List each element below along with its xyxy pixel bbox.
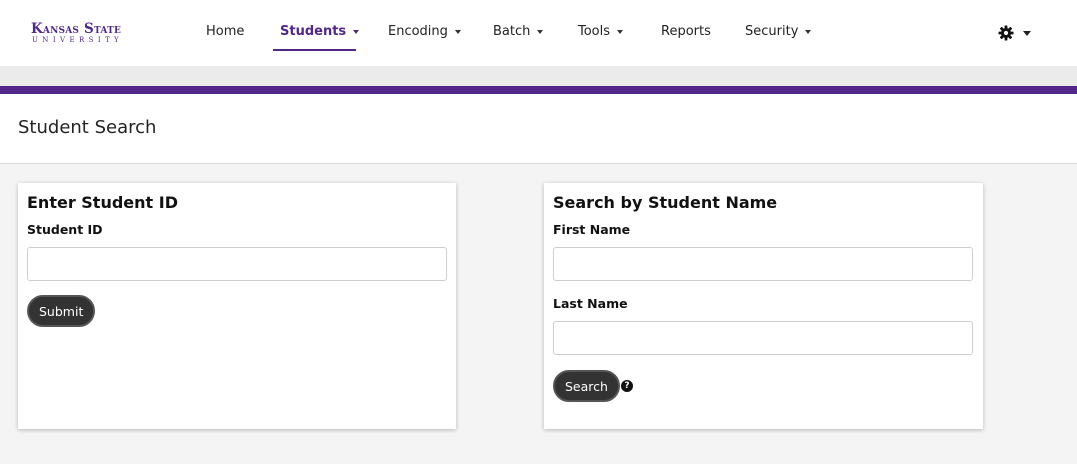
nav-encoding[interactable]: Encoding bbox=[388, 0, 461, 62]
nav-security-label: Security bbox=[745, 23, 799, 39]
nav-security[interactable]: Security bbox=[745, 0, 812, 62]
name-search-card: Search by Student Name First Name Last N… bbox=[544, 183, 983, 429]
question-circle-icon[interactable]: ? bbox=[621, 380, 633, 392]
submit-button[interactable]: Submit bbox=[27, 295, 96, 327]
nav-batch[interactable]: Batch bbox=[493, 0, 544, 62]
header-band bbox=[0, 66, 1077, 86]
logo-line2: UNIVERSITY bbox=[32, 36, 124, 44]
first-name-input[interactable] bbox=[553, 247, 973, 281]
last-name-input[interactable] bbox=[553, 321, 973, 355]
chevron-down-icon bbox=[805, 29, 812, 34]
top-navbar: Kansas State UNIVERSITY Home Students En… bbox=[0, 0, 1077, 66]
logo-line1: Kansas State bbox=[31, 21, 122, 37]
nav-tools-label: Tools bbox=[578, 23, 611, 39]
gear-icon bbox=[998, 25, 1014, 41]
student-id-label: Student ID bbox=[27, 222, 103, 237]
nav-tools[interactable]: Tools bbox=[578, 0, 624, 62]
nav-reports[interactable]: Reports bbox=[661, 0, 711, 62]
chevron-down-icon bbox=[454, 29, 461, 34]
nav-students[interactable]: Students bbox=[280, 0, 360, 62]
first-name-label: First Name bbox=[553, 222, 631, 237]
nav-home-label: Home bbox=[206, 23, 245, 39]
chevron-down-icon bbox=[537, 29, 544, 34]
nav-home[interactable]: Home bbox=[206, 0, 244, 62]
chevron-down-icon bbox=[353, 29, 360, 34]
search-button[interactable]: Search bbox=[553, 370, 620, 402]
page-title: Student Search bbox=[18, 117, 157, 138]
nav-reports-label: Reports bbox=[661, 23, 711, 39]
settings-menu-toggle[interactable] bbox=[998, 24, 1032, 42]
active-nav-underline bbox=[273, 49, 356, 51]
nav-students-label: Students bbox=[280, 23, 347, 39]
university-logo[interactable]: Kansas State UNIVERSITY bbox=[31, 22, 131, 48]
student-id-card-title: Enter Student ID bbox=[27, 193, 178, 212]
nav-batch-label: Batch bbox=[493, 23, 531, 39]
student-id-card: Enter Student ID Student ID Submit bbox=[18, 183, 456, 429]
name-search-card-title: Search by Student Name bbox=[553, 193, 778, 212]
nav-encoding-label: Encoding bbox=[388, 23, 448, 39]
chevron-down-icon bbox=[617, 29, 624, 34]
chevron-down-icon bbox=[1023, 30, 1031, 36]
page-header: Student Search bbox=[0, 94, 1077, 164]
accent-bar bbox=[0, 86, 1077, 94]
last-name-label: Last Name bbox=[553, 296, 628, 311]
student-id-input[interactable] bbox=[27, 247, 447, 281]
